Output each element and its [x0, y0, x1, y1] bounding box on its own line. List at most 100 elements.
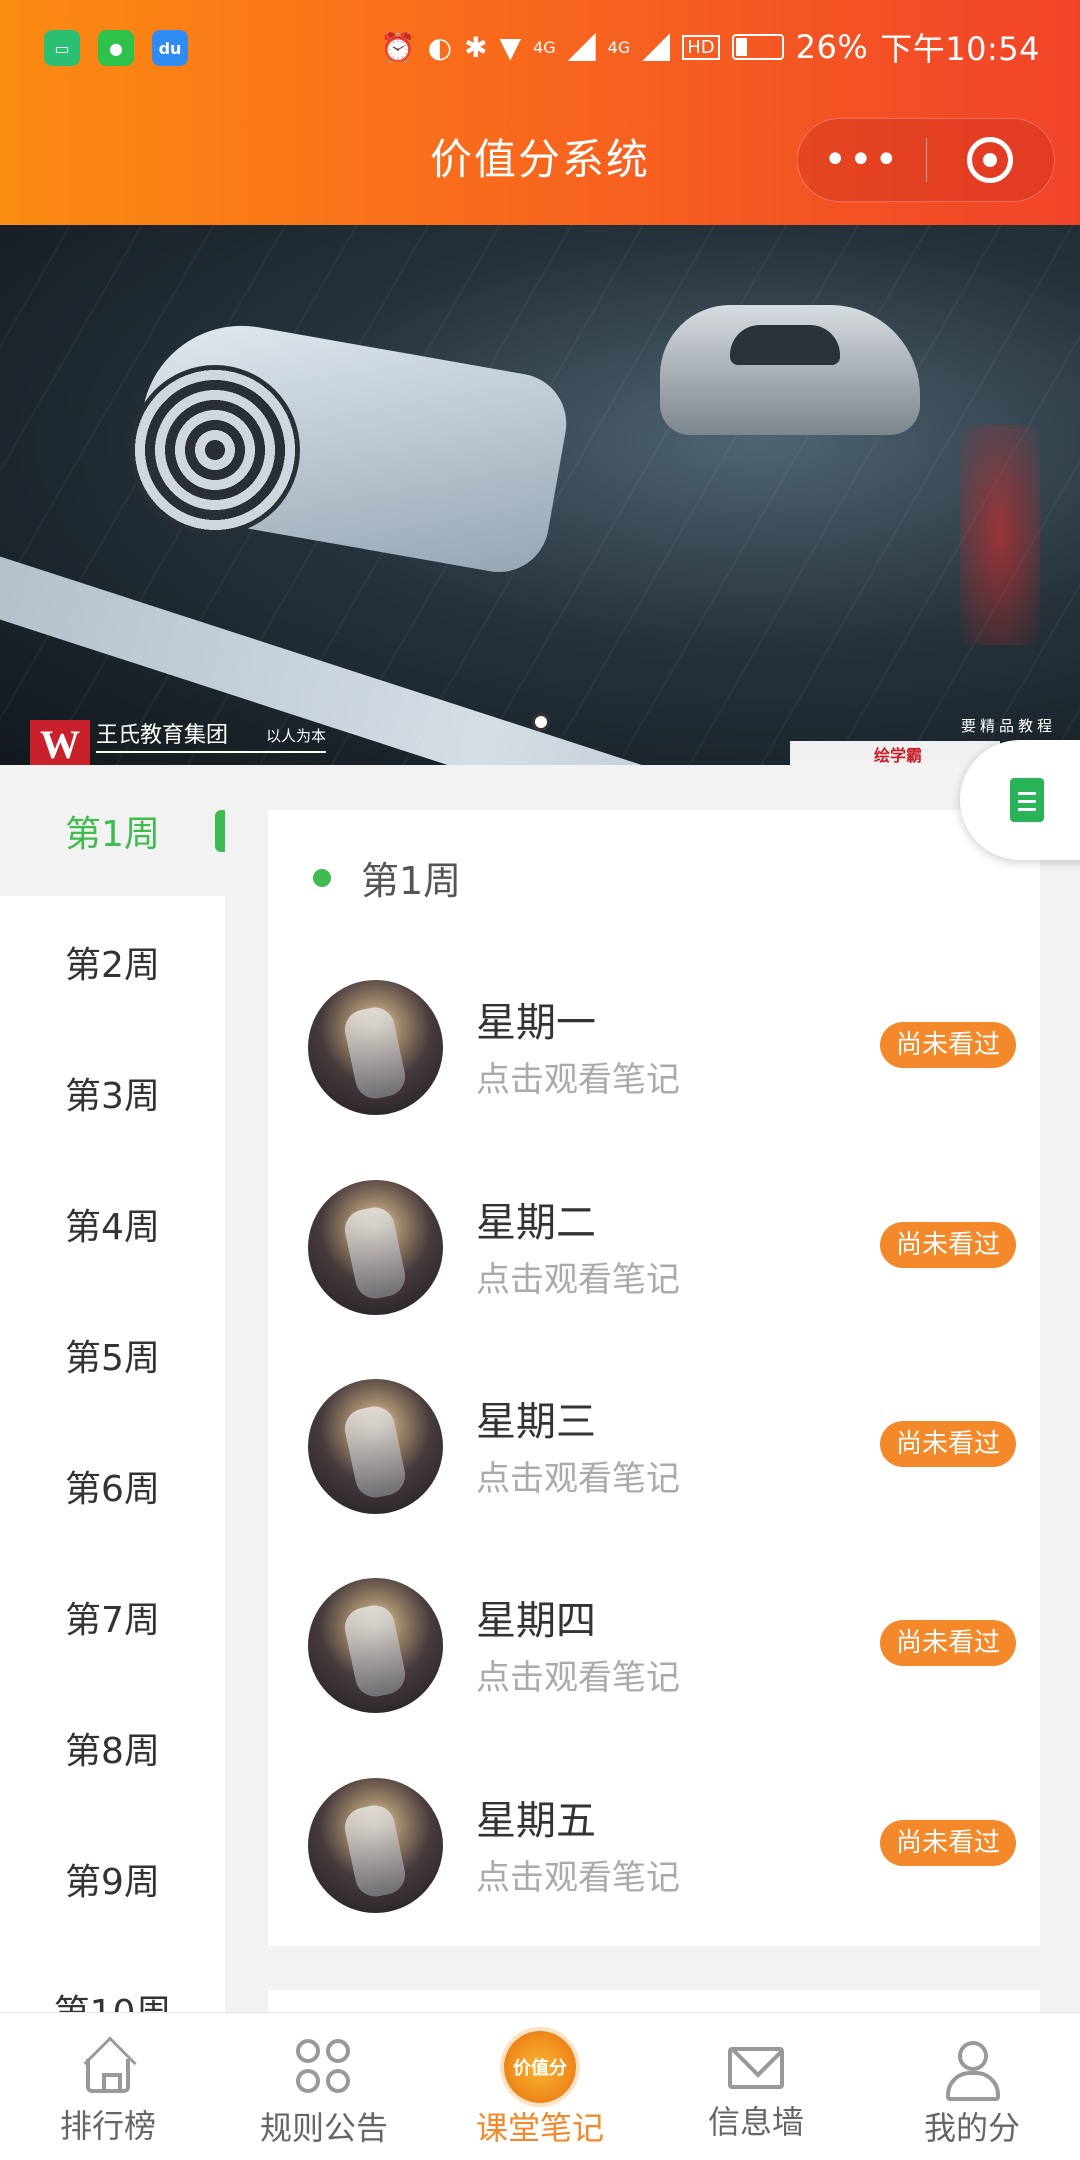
banner-carousel[interactable]: W 王氏教育集团 以人为本 要精品教程 绘学霸	[0, 225, 1080, 765]
note-day: 星期四	[476, 1598, 596, 1644]
sidebar-item-week-2[interactable]: 第2周	[0, 896, 225, 1027]
signal-icon-2	[642, 33, 671, 61]
note-row-friday[interactable]: 星期五 点击观看笔记 尚未看过	[308, 1768, 1016, 1918]
banner-tag: 绘学霸	[790, 741, 1000, 765]
tab-label: 规则公告	[259, 2109, 388, 2147]
status-badge: 尚未看过	[880, 1620, 1016, 1666]
week-sidebar: 第1周 第2周 第3周 第4周 第5周 第6周 第7周 第8周 第9周 第10周	[0, 765, 225, 2034]
banner-plane-spinner	[130, 365, 300, 535]
tab-my-score[interactable]: 我的分	[864, 2013, 1080, 2160]
sidebar-item-label: 第8周	[65, 1730, 160, 1772]
brand-logo: W	[30, 720, 90, 765]
miniprogram-capsule: •••	[797, 118, 1055, 202]
note-thumbnail	[308, 1180, 443, 1315]
note-day: 星期一	[476, 1000, 596, 1046]
chat-app-icon: ▭	[44, 30, 80, 66]
more-button[interactable]: •••	[798, 118, 926, 202]
bluetooth-icon: ✱	[464, 30, 488, 64]
note-day: 星期二	[476, 1200, 596, 1246]
sidebar-item-label: 第2周	[65, 944, 160, 986]
tab-label: 我的分	[923, 2109, 1020, 2147]
sidebar-item-week-6[interactable]: 第6周	[0, 1420, 225, 1551]
status-badge: 尚未看过	[880, 1222, 1016, 1268]
status-bar: ▭ ● du ⏰ ◐ ✱ ▼ 4G 4G HD 26% 下午10:54	[0, 0, 1080, 96]
sidebar-item-week-3[interactable]: 第3周	[0, 1027, 225, 1158]
notification-icons: ▭ ● du	[44, 30, 188, 66]
note-day: 星期三	[476, 1399, 596, 1445]
note-thumbnail	[308, 980, 443, 1115]
battery-percent: 26%	[795, 28, 869, 66]
note-thumbnail	[308, 1778, 443, 1913]
note-row-monday[interactable]: 星期一 点击观看笔记 尚未看过	[308, 970, 1016, 1120]
tab-rules[interactable]: 规则公告	[216, 2013, 432, 2160]
note-row-thursday[interactable]: 星期四 点击观看笔记 尚未看过	[308, 1568, 1016, 1718]
tab-label: 信息墙	[707, 2103, 804, 2141]
grid-icon	[296, 2039, 352, 2095]
network-label-2: 4G	[607, 37, 631, 57]
target-icon	[967, 137, 1014, 183]
bottom-tab-bar: 排行榜 规则公告 价值分 课堂笔记 信息墙 我的分	[0, 2012, 1080, 2160]
note-thumbnail	[308, 1578, 443, 1713]
sidebar-item-week-1[interactable]: 第1周	[0, 765, 225, 896]
hd-badge: HD	[682, 34, 720, 60]
document-icon	[1010, 778, 1044, 822]
home-icon	[86, 2059, 130, 2093]
system-status: ⏰ ◐ ✱ ▼ 4G 4G HD 26% 下午10:54	[381, 24, 1040, 70]
network-label: 4G	[533, 37, 556, 57]
banner-light	[960, 425, 1040, 645]
note-subtitle: 点击观看笔记	[476, 1260, 680, 1300]
sidebar-item-label: 第9周	[65, 1861, 160, 1903]
clock: 下午10:54	[880, 30, 1040, 68]
sidebar-item-label: 第6周	[65, 1468, 160, 1510]
signal-icon	[567, 33, 596, 61]
user-icon	[944, 2039, 1000, 2101]
tab-message-wall[interactable]: 信息墙	[648, 2013, 864, 2160]
section-dot	[313, 868, 331, 887]
status-badge: 尚未看过	[880, 1022, 1016, 1068]
note-subtitle: 点击观看笔记	[476, 1658, 680, 1698]
value-badge-icon: 价值分	[504, 2031, 576, 2103]
section-title: 第1周	[361, 859, 462, 903]
week-notes-card: 第1周 星期一 点击观看笔记 尚未看过 星期二 点击观看笔记 尚未看过 星期三 …	[268, 810, 1040, 1946]
wechat-icon: ●	[98, 30, 134, 66]
dnd-icon: ◐	[427, 30, 453, 64]
note-thumbnail	[308, 1379, 443, 1514]
close-button[interactable]	[927, 137, 1055, 183]
alarm-icon: ⏰	[380, 30, 416, 64]
note-day: 星期五	[476, 1798, 596, 1844]
carousel-indicator[interactable]	[532, 713, 550, 731]
floating-notes-button[interactable]	[960, 740, 1080, 860]
sidebar-item-week-9[interactable]: 第9周	[0, 1813, 225, 1944]
sidebar-item-week-8[interactable]: 第8周	[0, 1682, 225, 1813]
sidebar-item-label: 第5周	[65, 1337, 160, 1379]
sidebar-item-label: 第3周	[65, 1075, 160, 1117]
note-row-wednesday[interactable]: 星期三 点击观看笔记 尚未看过	[308, 1369, 1016, 1519]
banner-car	[660, 305, 920, 435]
note-row-tuesday[interactable]: 星期二 点击观看笔记 尚未看过	[308, 1170, 1016, 1320]
sidebar-item-label: 第7周	[65, 1599, 160, 1641]
sidebar-item-week-5[interactable]: 第5周	[0, 1289, 225, 1420]
banner-caption: 要精品教程	[960, 717, 1056, 735]
tab-label: 课堂笔记	[475, 2109, 604, 2147]
brand-rule	[96, 751, 326, 753]
app-header: ▭ ● du ⏰ ◐ ✱ ▼ 4G 4G HD 26% 下午10:54 价值分系…	[0, 0, 1080, 225]
section-header: 第1周	[313, 850, 461, 905]
note-subtitle: 点击观看笔记	[476, 1459, 680, 1499]
tab-ranking[interactable]: 排行榜	[0, 2013, 216, 2160]
battery-icon	[731, 34, 784, 60]
status-badge: 尚未看过	[880, 1421, 1016, 1467]
note-subtitle: 点击观看笔记	[476, 1858, 680, 1898]
sidebar-item-week-4[interactable]: 第4周	[0, 1158, 225, 1289]
sidebar-item-week-7[interactable]: 第7周	[0, 1551, 225, 1682]
du-app-icon: du	[152, 30, 188, 66]
tab-class-notes[interactable]: 价值分 课堂笔记	[432, 2013, 648, 2160]
status-badge: 尚未看过	[880, 1820, 1016, 1866]
brand-name: 王氏教育集团	[96, 723, 229, 748]
note-subtitle: 点击观看笔记	[476, 1060, 680, 1100]
wifi-icon: ▼	[499, 30, 522, 64]
brand-slogan: 以人为本	[266, 727, 327, 745]
mail-icon	[728, 2047, 784, 2089]
sidebar-item-label: 第4周	[65, 1206, 160, 1248]
tab-label: 排行榜	[59, 2107, 156, 2145]
sidebar-item-label: 第1周	[65, 813, 160, 855]
